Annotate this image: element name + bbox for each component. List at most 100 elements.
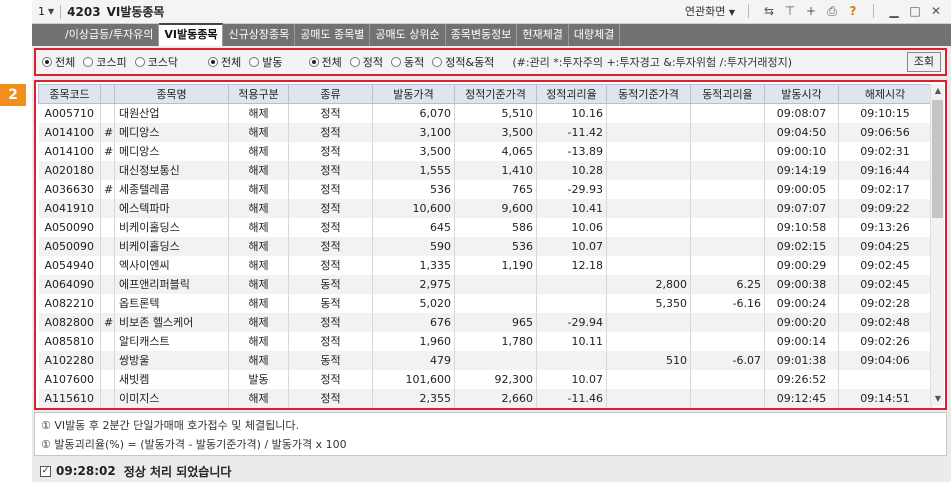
table-cell: 09:16:44 xyxy=(838,160,932,180)
table-cell xyxy=(100,350,115,370)
radio-type-static-dynamic[interactable]: 정적&동적 xyxy=(432,54,494,70)
table-cell: 5,020 xyxy=(372,293,455,313)
column-header[interactable]: 정적괴리율 xyxy=(536,84,607,104)
radio-market-all[interactable]: 전체 xyxy=(42,54,75,70)
column-header[interactable]: 종류 xyxy=(288,84,373,104)
table-row[interactable]: A054940 엑사이엔씨 해제 정적 1,335 1,190 12.18 09:00:29 0… xyxy=(38,255,932,275)
column-header[interactable]: 발동시각 xyxy=(764,84,839,104)
link-icon[interactable]: ⇆ xyxy=(762,4,776,18)
table-cell xyxy=(100,160,115,180)
radio-status-all[interactable]: 전체 xyxy=(208,54,241,70)
chevron-down-icon[interactable]: ▼ xyxy=(48,7,54,16)
table-cell: 10.28 xyxy=(536,160,607,180)
table-cell: 해제 xyxy=(228,141,289,161)
table-cell: 09:14:51 xyxy=(838,388,932,408)
table-row[interactable]: A014100 # 메디앙스 해제 정적 3,500 4,065 -13.89 09:00:10… xyxy=(38,141,932,161)
tab-short-by-stock[interactable]: 공매도 종목별 xyxy=(295,24,371,46)
table-cell: 4,065 xyxy=(454,141,537,161)
table-cell: 이미지스 xyxy=(114,388,229,408)
tab-current-trades[interactable]: 현재체결 xyxy=(517,24,569,46)
table-row[interactable]: A041910 에스텍파마 해제 정적 10,600 9,600 10.41 09:07:07… xyxy=(38,198,932,218)
tab-new-listings[interactable]: 신규상장종목 xyxy=(223,24,296,46)
question-icon[interactable]: ? xyxy=(846,4,860,18)
table-cell: 비보존 헬스케어 xyxy=(114,312,229,332)
table-row[interactable]: A005710 대원산업 해제 정적 6,070 5,510 10.16 09:08:07 09… xyxy=(38,103,932,123)
column-header[interactable]: 정적기준가격 xyxy=(454,84,537,104)
table-cell: A014100 xyxy=(38,122,101,142)
table-cell xyxy=(606,103,691,123)
table-cell: 정적 xyxy=(288,198,373,218)
tab-vi-stocks[interactable]: VI발동종목 xyxy=(159,23,224,46)
table-cell: 510 xyxy=(606,350,691,370)
table-row[interactable]: A085810 알티캐스트 해제 정적 1,960 1,780 10.11 09:00:14 0… xyxy=(38,331,932,351)
column-header[interactable]: 동적괴리율 xyxy=(690,84,765,104)
column-header[interactable]: 해제시각 xyxy=(838,84,932,104)
table-cell: 10.41 xyxy=(536,198,607,218)
table-cell: 2,975 xyxy=(372,274,455,294)
table-row[interactable]: A036630 # 세종텔레콤 해제 정적 536 765 -29.93 09:00:05 09:… xyxy=(38,179,932,199)
table-cell: 세종텔레콤 xyxy=(114,179,229,199)
table-cell: 옵트론텍 xyxy=(114,293,229,313)
table-cell: -13.89 xyxy=(536,141,607,161)
radio-type-dynamic[interactable]: 동적 xyxy=(391,54,424,70)
print-icon[interactable]: ⎙ xyxy=(825,4,839,19)
tab-short-ranking[interactable]: 공매도 상위순 xyxy=(370,24,446,46)
scroll-down-icon[interactable]: ▼ xyxy=(931,392,945,406)
close-icon[interactable]: ✕ xyxy=(929,4,943,18)
table-row[interactable]: A064090 에프앤리퍼블릭 해제 동적 2,975 2,800 6.25 09:00:38… xyxy=(38,274,932,294)
tab-surge-caution[interactable]: /이상급등/투자유의 xyxy=(32,24,160,46)
table-cell xyxy=(690,312,765,332)
table-cell: 1,335 xyxy=(372,255,455,275)
column-header[interactable]: 동적기준가격 xyxy=(606,84,691,104)
tab-stock-changes[interactable]: 종목변동정보 xyxy=(446,24,518,46)
table-cell xyxy=(536,293,607,313)
radio-label: 정적 xyxy=(362,56,383,69)
status-message: 정상 처리 되었습니다 xyxy=(123,464,232,479)
table-row[interactable]: A082210 옵트론텍 해제 동적 5,020 5,350 -6.16 09:00:24 09… xyxy=(38,293,932,313)
vertical-scrollbar[interactable]: ▲ ▼ xyxy=(930,84,944,406)
table-cell xyxy=(606,217,691,237)
table-cell: 09:02:15 xyxy=(764,236,839,256)
column-header[interactable] xyxy=(100,84,115,104)
query-button[interactable]: 조회 xyxy=(906,52,941,72)
radio-market-kosdaq[interactable]: 코스닥 xyxy=(134,54,178,70)
table-cell: 메디앙스 xyxy=(114,122,229,142)
table-cell xyxy=(690,141,765,161)
screen-number[interactable]: 1 xyxy=(38,5,45,18)
table-cell xyxy=(690,103,765,123)
plus-icon[interactable]: + xyxy=(804,4,818,18)
column-header[interactable]: 적용구분 xyxy=(228,84,289,104)
table-row[interactable]: A020180 대신정보통신 해제 정적 1,555 1,410 10.28 09:14:19… xyxy=(38,160,932,180)
table-row[interactable]: A107600 새빗켐 발동 정적 101,600 92,300 10.07 09:26:52 xyxy=(38,369,932,389)
column-header[interactable]: 종목코드 xyxy=(38,84,101,104)
table-cell: 정적 xyxy=(288,122,373,142)
table-cell xyxy=(690,198,765,218)
table-row[interactable]: A102280 쌍방울 해제 동적 479 510 -6.07 09:01:38 09:04:0… xyxy=(38,350,932,370)
radio-type-static[interactable]: 정적 xyxy=(349,54,383,70)
scroll-thumb[interactable] xyxy=(932,100,943,218)
table-cell: 2,355 xyxy=(372,388,455,408)
table-cell: A054940 xyxy=(38,255,101,275)
column-header[interactable]: 발동가격 xyxy=(372,84,455,104)
table-cell: 10,600 xyxy=(372,198,455,218)
table-row[interactable]: A082800 # 비보존 헬스케어 해제 정적 676 965 -29.94 09:00:20… xyxy=(38,312,932,332)
table-cell: 3,500 xyxy=(372,141,455,161)
pin-icon[interactable]: ⊤ xyxy=(783,4,797,18)
table-row[interactable]: A050090 비케이홀딩스 해제 정적 645 586 10.06 09:10:58 09:1… xyxy=(38,217,932,237)
table-cell: 536 xyxy=(454,236,537,256)
scroll-up-icon[interactable]: ▲ xyxy=(931,84,945,98)
table-row[interactable]: A050090 비케이홀딩스 해제 정적 590 536 10.07 09:02:15 09:0… xyxy=(38,236,932,256)
radio-status-triggered[interactable]: 발동 xyxy=(249,54,283,70)
vi-table: 종목코드 종목명 적용구분 종류 발동가격 정적기준가격 정적괴리율 동적기준가격 동적괴리율 발… xyxy=(38,84,932,408)
column-header[interactable]: 종목명 xyxy=(114,84,229,104)
tab-block-trades[interactable]: 대량체결 xyxy=(569,24,621,46)
radio-type-all[interactable]: 전체 xyxy=(308,54,342,70)
radio-market-kospi[interactable]: 코스피 xyxy=(83,54,127,70)
maximize-icon[interactable]: □ xyxy=(908,4,922,18)
table-row[interactable]: A115610 이미지스 해제 정적 2,355 2,660 -11.46 09:12:45 0… xyxy=(38,388,932,408)
table-row[interactable]: A014100 # 메디앙스 해제 정적 3,100 3,500 -11.42 09:04:50… xyxy=(38,122,932,142)
minimize-icon[interactable]: ▁ xyxy=(887,4,901,18)
linked-screen-menu[interactable]: 연관화면 ▼ xyxy=(685,3,735,19)
table-cell xyxy=(606,331,691,351)
table-cell: 정적 xyxy=(288,331,373,351)
